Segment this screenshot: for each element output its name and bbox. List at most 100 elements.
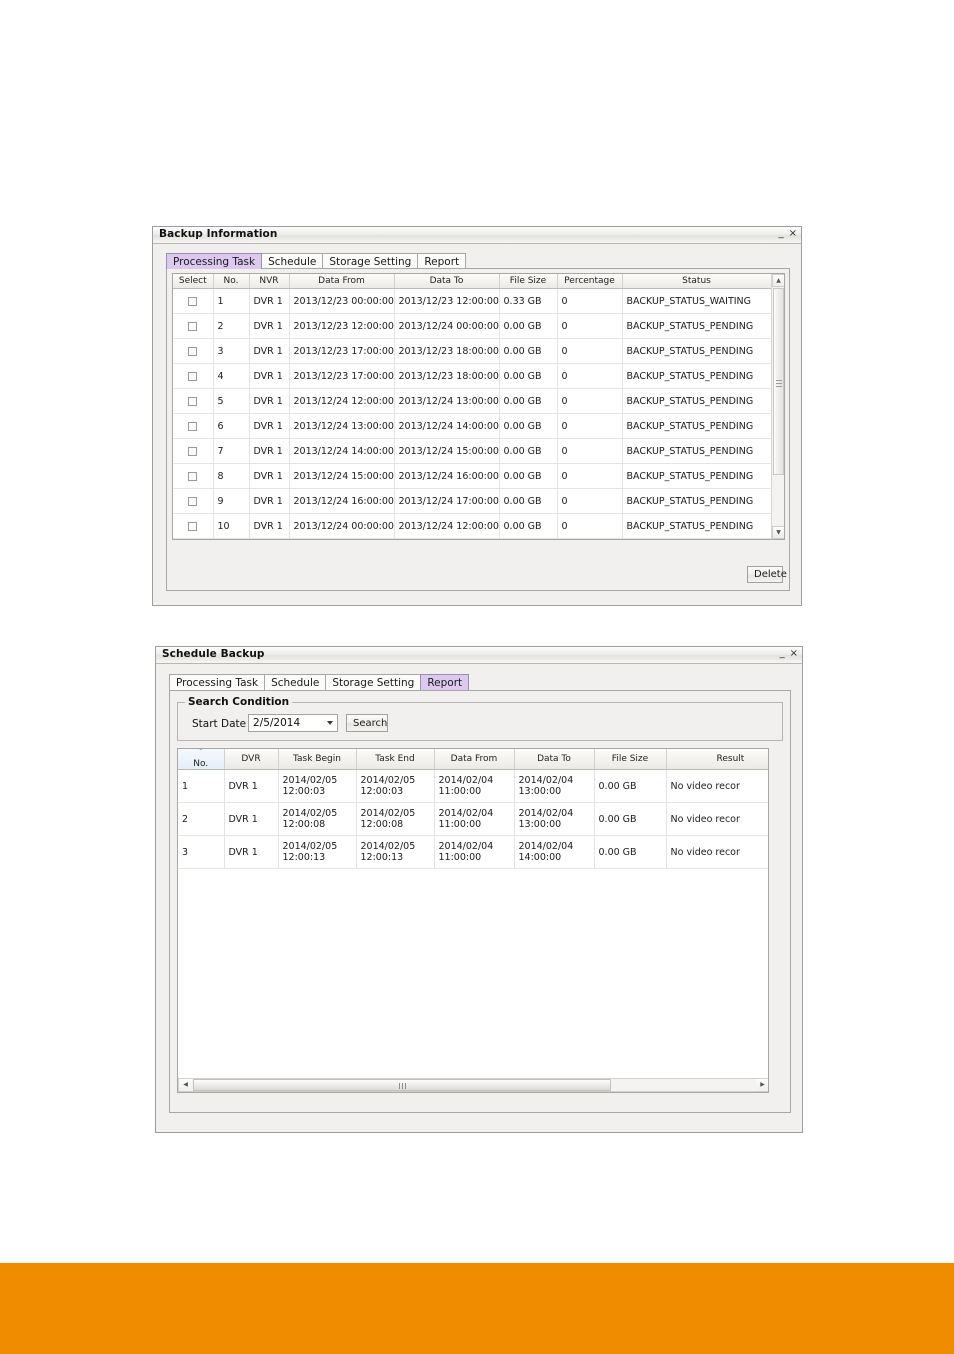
col-task-end[interactable]: Task End [356, 749, 435, 770]
row-task-end: 2014/02/05 12:00:03 [356, 769, 435, 803]
col-result[interactable]: Result [666, 749, 768, 770]
col-no[interactable]: ˄ No. [178, 749, 225, 770]
row-no: 8 [213, 463, 250, 489]
table-row[interactable]: 7 DVR 1 2013/12/24 14:00:00 2013/12/24 1… [173, 438, 772, 464]
row-checkbox[interactable] [188, 396, 198, 406]
row-checkbox[interactable] [188, 446, 198, 456]
row-select-cell[interactable] [173, 438, 214, 464]
table-row[interactable]: 8 DVR 1 2013/12/24 15:00:00 2013/12/24 1… [173, 463, 772, 489]
row-select-cell[interactable] [173, 288, 214, 314]
row-dvr: DVR 1 [224, 835, 279, 869]
task-end-time: 12:00:13 [360, 852, 404, 863]
data-from-time: 11:00:00 [438, 852, 482, 863]
tab-processing-task[interactable]: Processing Task [169, 674, 266, 690]
col-status[interactable]: Status [622, 274, 772, 289]
row-percentage: 0 [557, 313, 623, 339]
row-data-to: 2014/02/04 14:00:00 [514, 835, 595, 869]
scroll-left-arrow[interactable]: ◀ [179, 1079, 192, 1091]
col-dvr[interactable]: DVR [224, 749, 279, 770]
col-data-to[interactable]: Data To [394, 274, 500, 289]
row-result: No video recor [666, 802, 768, 836]
table-row[interactable]: 2 DVR 1 2013/12/23 12:00:00 2013/12/24 0… [173, 313, 772, 339]
col-percentage[interactable]: Percentage [557, 274, 623, 289]
table-row[interactable]: 4 DVR 1 2013/12/23 17:00:00 2013/12/23 1… [173, 363, 772, 389]
close-icon[interactable]: × [789, 229, 797, 239]
row-data-from: 2013/12/23 00:00:00 [289, 288, 395, 314]
row-checkbox[interactable] [188, 496, 198, 506]
row-checkbox[interactable] [188, 346, 198, 356]
tab-schedule[interactable]: Schedule [261, 253, 324, 269]
scroll-down-arrow[interactable]: ▼ [772, 526, 784, 539]
hscroll-thumb[interactable] [193, 1079, 611, 1091]
row-percentage: 0 [557, 488, 623, 514]
tabstrip-schedule-backup: Processing Task Schedule Storage Setting… [169, 672, 470, 690]
search-button[interactable]: Search [346, 714, 388, 732]
row-checkbox[interactable] [188, 321, 198, 331]
table-row[interactable]: 6 DVR 1 2013/12/24 13:00:00 2013/12/24 1… [173, 413, 772, 439]
grid-vertical-scrollbar[interactable]: ▲ ▼ [771, 274, 784, 539]
start-date-combo[interactable]: 2/5/2014 [248, 714, 338, 732]
row-data-to: 2014/02/04 13:00:00 [514, 769, 595, 803]
row-file-size: 0.00 GB [594, 769, 667, 803]
table-row[interactable]: 2 DVR 1 2014/02/05 12:00:08 2014/02/05 1… [178, 802, 768, 836]
row-select-cell[interactable] [173, 413, 214, 439]
row-status: BACKUP_STATUS_PENDING [622, 388, 772, 414]
row-checkbox[interactable] [188, 471, 198, 481]
row-select-cell[interactable] [173, 338, 214, 364]
row-percentage: 0 [557, 463, 623, 489]
row-file-size: 0.00 GB [499, 338, 558, 364]
table-row[interactable]: 5 DVR 1 2013/12/24 12:00:00 2013/12/24 1… [173, 388, 772, 414]
row-select-cell[interactable] [173, 388, 214, 414]
row-select-cell[interactable] [173, 463, 214, 489]
table-row[interactable]: 3 DVR 1 2013/12/23 17:00:00 2013/12/23 1… [173, 338, 772, 364]
report-horizontal-scrollbar[interactable]: ◀ ▶ [178, 1078, 768, 1092]
row-select-cell[interactable] [173, 313, 214, 339]
delete-button[interactable]: Delete [747, 566, 787, 583]
search-condition-title: Search Condition [185, 696, 293, 708]
col-data-to[interactable]: Data To [514, 749, 595, 770]
row-checkbox[interactable] [188, 421, 198, 431]
col-select[interactable]: Select [173, 274, 214, 289]
col-file-size[interactable]: File Size [499, 274, 558, 289]
col-data-from[interactable]: Data From [434, 749, 515, 770]
scroll-right-arrow[interactable]: ▶ [756, 1079, 768, 1091]
row-checkbox[interactable] [188, 296, 198, 306]
row-checkbox[interactable] [188, 521, 198, 531]
row-select-cell[interactable] [173, 513, 214, 539]
col-no[interactable]: No. [213, 274, 250, 289]
col-file-size[interactable]: File Size [594, 749, 667, 770]
row-percentage: 0 [557, 363, 623, 389]
row-checkbox[interactable] [188, 371, 198, 381]
row-dvr: DVR 1 [224, 802, 279, 836]
tab-storage-setting[interactable]: Storage Setting [322, 253, 419, 269]
row-data-to: 2013/12/24 15:00:00 [394, 438, 500, 464]
tab-report[interactable]: Report [420, 674, 470, 690]
col-nvr[interactable]: NVR [249, 274, 290, 289]
row-no: 3 [178, 835, 225, 869]
tab-processing-task[interactable]: Processing Task [166, 253, 263, 269]
chevron-down-icon[interactable] [327, 721, 333, 725]
row-select-cell[interactable] [173, 363, 214, 389]
data-to-time: 13:00:00 [518, 819, 562, 830]
col-task-begin[interactable]: Task Begin [278, 749, 357, 770]
scroll-up-arrow[interactable]: ▲ [772, 274, 784, 287]
table-row[interactable]: 3 DVR 1 2014/02/05 12:00:13 2014/02/05 1… [178, 835, 768, 869]
tab-report[interactable]: Report [417, 253, 467, 269]
table-row[interactable]: 10 DVR 1 2013/12/24 00:00:00 2013/12/24 … [173, 513, 772, 539]
table-row[interactable]: 1 DVR 1 2014/02/05 12:00:03 2014/02/05 1… [178, 769, 768, 803]
minimize-icon[interactable]: _ [779, 229, 784, 239]
scroll-thumb[interactable] [773, 288, 784, 475]
data-to-date: 2014/02/04 [518, 808, 574, 819]
table-row[interactable]: 1 DVR 1 2013/12/23 00:00:00 2013/12/23 1… [173, 288, 772, 314]
task-end-time: 12:00:03 [360, 786, 404, 797]
tab-schedule[interactable]: Schedule [264, 674, 327, 690]
row-data-to: 2013/12/24 17:00:00 [394, 488, 500, 514]
tab-storage-setting[interactable]: Storage Setting [325, 674, 422, 690]
row-select-cell[interactable] [173, 488, 214, 514]
col-data-from[interactable]: Data From [289, 274, 395, 289]
close-icon[interactable]: × [790, 649, 798, 659]
row-status: BACKUP_STATUS_PENDING [622, 438, 772, 464]
row-data-from: 2013/12/24 14:00:00 [289, 438, 395, 464]
table-row[interactable]: 9 DVR 1 2013/12/24 16:00:00 2013/12/24 1… [173, 488, 772, 514]
minimize-icon[interactable]: _ [780, 649, 785, 659]
